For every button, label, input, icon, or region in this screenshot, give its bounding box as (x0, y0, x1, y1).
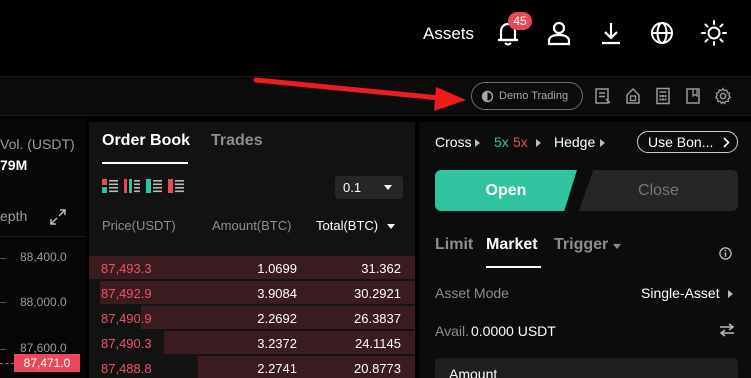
annotation-arrow (253, 77, 466, 111)
